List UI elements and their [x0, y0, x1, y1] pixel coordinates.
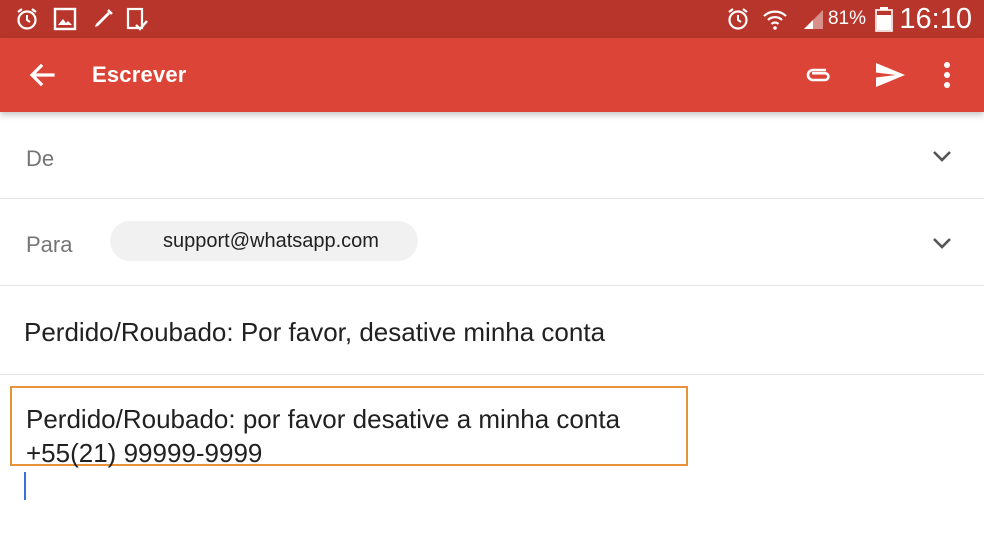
to-field[interactable]: Para support@whatsapp.com	[0, 199, 984, 286]
battery-icon	[875, 7, 893, 32]
status-bar: z 81% 16:10	[0, 0, 984, 38]
tablet-check-icon	[126, 7, 148, 31]
alarm-icon	[728, 8, 748, 30]
subject-field[interactable]: Perdido/Roubado: Por favor, desative min…	[0, 286, 984, 375]
pen-icon	[95, 9, 113, 27]
recipient-email: support@whatsapp.com	[163, 230, 379, 252]
gallery-icon	[53, 7, 77, 31]
svg-text:z: z	[31, 8, 35, 16]
body-highlight-box[interactable]: Perdido/Roubado: por favor desative a mi…	[10, 386, 688, 468]
battery-percent: 81%	[827, 8, 866, 29]
subject-text: Perdido/Roubado: Por favor, desative min…	[24, 317, 606, 347]
page-title: Escrever	[92, 62, 187, 87]
body-line: +55(21) 99999-9999	[26, 438, 263, 468]
clock: 16:10	[899, 3, 972, 35]
text-cursor	[24, 472, 26, 500]
send-icon[interactable]	[872, 57, 908, 93]
app-bar: Escrever	[0, 38, 984, 112]
chevron-down-icon[interactable]	[930, 144, 954, 168]
from-label: De	[26, 146, 55, 171]
to-label: Para	[26, 232, 73, 257]
more-vert-icon[interactable]	[929, 57, 965, 93]
wifi-icon	[763, 10, 787, 30]
alarm-icon: z	[17, 8, 37, 30]
back-arrow-icon[interactable]	[24, 57, 60, 93]
recipient-chip[interactable]: support@whatsapp.com	[110, 221, 418, 261]
signal-icon	[804, 10, 823, 29]
from-field[interactable]: De	[0, 112, 984, 199]
chevron-down-icon[interactable]	[930, 231, 954, 255]
attach-icon[interactable]	[798, 57, 834, 93]
body-line: Perdido/Roubado: por favor desative a mi…	[26, 404, 621, 434]
